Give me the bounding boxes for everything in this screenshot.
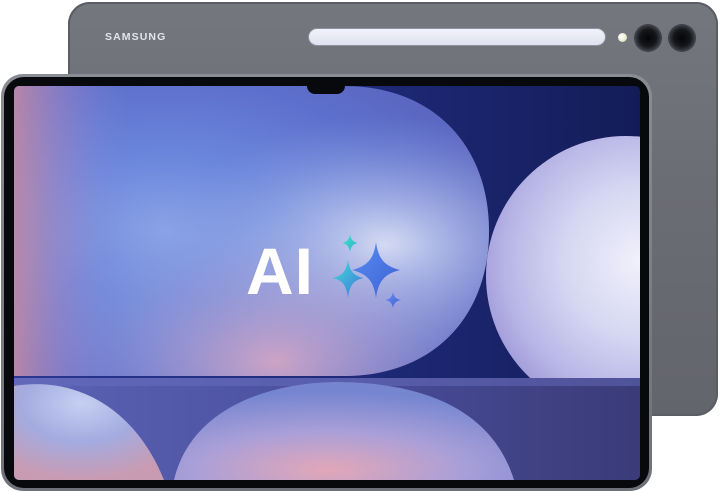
camera-flash-icon (618, 33, 627, 42)
wallpaper (14, 86, 640, 480)
s-pen-magnetic-strip (309, 29, 605, 45)
wallpaper-main-shape (14, 86, 489, 376)
ai-sparkle-icon (332, 234, 401, 308)
sparkle-medium-icon (332, 260, 364, 298)
sparkle-large-icon (352, 242, 400, 298)
camera-lens-icon (669, 25, 695, 51)
camera-notch (307, 86, 345, 94)
sparkle-tiny-icon (385, 292, 401, 308)
product-image: SAMSUNG AI (0, 0, 720, 492)
tablet-display (14, 86, 640, 480)
brand-logo: SAMSUNG (105, 31, 167, 43)
sparkle-small-icon (342, 234, 358, 252)
ai-headline: AI (246, 234, 314, 308)
camera-lens-icon (635, 25, 661, 51)
